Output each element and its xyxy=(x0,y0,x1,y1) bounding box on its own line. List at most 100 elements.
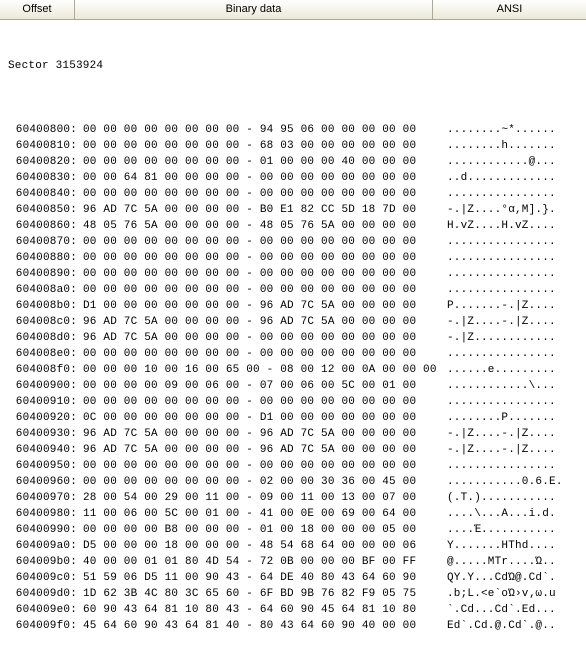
bytes-cell: 60 90 43 64 81 10 80 43 - 64 60 90 45 64… xyxy=(83,602,441,618)
offset-cell: 60400800: xyxy=(8,122,83,138)
ansi-cell: -.|Z....-.|Z.... xyxy=(441,314,586,330)
offset-cell: 604008c0: xyxy=(8,314,83,330)
hex-row: 60400810:00 00 00 00 00 00 00 00 - 68 03… xyxy=(8,138,586,154)
bytes-cell: 45 64 60 90 43 64 81 40 - 80 43 64 60 90… xyxy=(83,618,441,634)
hex-row: 60400900:00 00 00 00 09 00 06 00 - 07 00… xyxy=(8,378,586,394)
hex-row: 60400840:00 00 00 00 00 00 00 00 - 00 00… xyxy=(8,186,586,202)
bytes-cell: 11 00 06 00 5C 00 01 00 - 41 00 0E 00 69… xyxy=(83,506,441,522)
bytes-cell: 40 00 00 01 01 80 4D 54 - 72 0B 00 00 00… xyxy=(83,554,441,570)
hex-row: 60400880:00 00 00 00 00 00 00 00 - 00 00… xyxy=(8,250,586,266)
ansi-cell: ............\... xyxy=(441,378,586,394)
bytes-cell: 96 AD 7C 5A 00 00 00 00 - B0 E1 82 CC 5D… xyxy=(83,202,441,218)
offset-cell: 60400890: xyxy=(8,266,83,282)
hex-viewer-content: Sector 3153924 60400800:00 00 00 00 00 0… xyxy=(0,20,586,656)
hex-row: 60400860:48 05 76 5A 00 00 00 00 - 48 05… xyxy=(8,218,586,234)
ansi-cell: ................ xyxy=(441,394,586,410)
offset-cell: 604008d0: xyxy=(8,330,83,346)
hex-row: 604009e0:60 90 43 64 81 10 80 43 - 64 60… xyxy=(8,602,586,618)
bytes-cell: 96 AD 7C 5A 00 00 00 00 - 96 AD 7C 5A 00… xyxy=(83,426,441,442)
offset-cell: 60400930: xyxy=(8,426,83,442)
ansi-cell: ....\...A...i.d. xyxy=(441,506,586,522)
hex-row: 604009f0:45 64 60 90 43 64 81 40 - 80 43… xyxy=(8,618,586,634)
offset-cell: 60400910: xyxy=(8,394,83,410)
hex-row: 604008f0:00 00 00 10 00 16 00 65 00 - 08… xyxy=(8,362,586,378)
bytes-cell: 96 AD 7C 5A 00 00 00 00 - 00 00 00 00 00… xyxy=(83,330,441,346)
ansi-cell: ........h....... xyxy=(441,138,586,154)
offset-cell: 60400810: xyxy=(8,138,83,154)
hex-row: 60400920:0C 00 00 00 00 00 00 00 - D1 00… xyxy=(8,410,586,426)
ansi-cell: ................ xyxy=(441,458,586,474)
hex-row: 604009b0:40 00 00 01 01 80 4D 54 - 72 0B… xyxy=(8,554,586,570)
bytes-cell: 1D 62 3B 4C 80 3C 65 60 - 6F BD 9B 76 82… xyxy=(83,586,441,602)
bytes-cell: 00 00 00 00 00 00 00 00 - 00 00 00 00 00… xyxy=(83,266,441,282)
hex-row: 60400800:00 00 00 00 00 00 00 00 - 94 95… xyxy=(8,122,586,138)
hex-row: 604009a0:D5 00 00 00 18 00 00 00 - 48 54… xyxy=(8,538,586,554)
bytes-cell: 00 00 00 00 00 00 00 00 - 02 00 00 30 36… xyxy=(83,474,441,490)
offset-cell: 60400990: xyxy=(8,522,83,538)
bytes-cell: 00 00 00 00 00 00 00 00 - 00 00 00 00 00… xyxy=(83,458,441,474)
ansi-cell: -.|Z....°α,Μ].}. xyxy=(441,202,586,218)
ansi-cell: ........~*...... xyxy=(441,122,586,138)
bytes-cell: 0C 00 00 00 00 00 00 00 - D1 00 00 00 00… xyxy=(83,410,441,426)
offset-cell: 60400940: xyxy=(8,442,83,458)
hex-row: 60400870:00 00 00 00 00 00 00 00 - 00 00… xyxy=(8,234,586,250)
hex-row: 60400830:00 00 64 81 00 00 00 00 - 00 00… xyxy=(8,170,586,186)
bytes-cell: 51 59 06 D5 11 00 90 43 - 64 DE 40 80 43… xyxy=(83,570,441,586)
hex-row: 60400820:00 00 00 00 00 00 00 00 - 01 00… xyxy=(8,154,586,170)
bytes-cell: 28 00 54 00 29 00 11 00 - 09 00 11 00 13… xyxy=(83,490,441,506)
bytes-cell: 00 00 00 00 09 00 06 00 - 07 00 06 00 5C… xyxy=(83,378,441,394)
ansi-cell: ................ xyxy=(441,250,586,266)
ansi-cell: (.T.)........... xyxy=(441,490,586,506)
ansi-cell: ........Ρ....... xyxy=(441,410,586,426)
offset-cell: 60400870: xyxy=(8,234,83,250)
hex-row: 60400930:96 AD 7C 5A 00 00 00 00 - 96 AD… xyxy=(8,426,586,442)
hex-row: 604008e0:00 00 00 00 00 00 00 00 - 00 00… xyxy=(8,346,586,362)
offset-cell: 60400920: xyxy=(8,410,83,426)
bytes-cell: D5 00 00 00 18 00 00 00 - 48 54 68 64 00… xyxy=(83,538,441,554)
offset-cell: 604009f0: xyxy=(8,618,83,634)
bytes-cell: 00 00 00 00 00 00 00 00 - 68 03 00 00 00… xyxy=(83,138,441,154)
column-headers: Offset Binary data ANSI xyxy=(0,0,586,20)
hex-row: 60400850:96 AD 7C 5A 00 00 00 00 - B0 E1… xyxy=(8,202,586,218)
ansi-cell: QY.Υ...CdΏ@.Cd`. xyxy=(441,570,586,586)
bytes-cell: 00 00 00 00 00 00 00 00 - 00 00 00 00 00… xyxy=(83,186,441,202)
hex-row: 604009c0:51 59 06 D5 11 00 90 43 - 64 DE… xyxy=(8,570,586,586)
bytes-cell: 00 00 00 00 B8 00 00 00 - 01 00 18 00 00… xyxy=(83,522,441,538)
offset-cell: 604008e0: xyxy=(8,346,83,362)
ansi-cell: ....Έ........... xyxy=(441,522,586,538)
ansi-cell: -.|Z....-.|Z.... xyxy=(441,442,586,458)
ansi-cell: H.vZ....H.vZ.... xyxy=(441,218,586,234)
header-offset[interactable]: Offset xyxy=(0,0,75,19)
offset-cell: 60400900: xyxy=(8,378,83,394)
bytes-cell: D1 00 00 00 00 00 00 00 - 96 AD 7C 5A 00… xyxy=(83,298,441,314)
offset-cell: 60400980: xyxy=(8,506,83,522)
hex-row: 604009d0:1D 62 3B 4C 80 3C 65 60 - 6F BD… xyxy=(8,586,586,602)
bytes-cell: 00 00 00 00 00 00 00 00 - 00 00 00 00 00… xyxy=(83,250,441,266)
ansi-cell: ......e......... xyxy=(441,362,586,378)
ansi-cell: ...........0.6.E. xyxy=(441,474,586,490)
offset-cell: 60400840: xyxy=(8,186,83,202)
hex-row: 60400910:00 00 00 00 00 00 00 00 - 00 00… xyxy=(8,394,586,410)
hex-row: 60400960:00 00 00 00 00 00 00 00 - 02 00… xyxy=(8,474,586,490)
ansi-cell: @.....MTr....Ώ.. xyxy=(441,554,586,570)
offset-cell: 60400860: xyxy=(8,218,83,234)
bytes-cell: 48 05 76 5A 00 00 00 00 - 48 05 76 5A 00… xyxy=(83,218,441,234)
bytes-cell: 00 00 00 00 00 00 00 00 - 00 00 00 00 00… xyxy=(83,234,441,250)
header-binary[interactable]: Binary data xyxy=(75,0,433,19)
offset-cell: 60400970: xyxy=(8,490,83,506)
header-ansi[interactable]: ANSI xyxy=(433,0,586,19)
bytes-cell: 00 00 00 00 00 00 00 00 - 00 00 00 00 00… xyxy=(83,394,441,410)
ansi-cell: .b;L.<e`oΏ›v‚ω.u xyxy=(441,586,586,602)
hex-row: 604008a0:00 00 00 00 00 00 00 00 - 00 00… xyxy=(8,282,586,298)
ansi-cell: `.Cd...Cd`.Ed... xyxy=(441,602,586,618)
offset-cell: 604008f0: xyxy=(8,362,83,378)
hex-rows: 60400800:00 00 00 00 00 00 00 00 - 94 95… xyxy=(8,122,586,634)
hex-row: 604008d0:96 AD 7C 5A 00 00 00 00 - 00 00… xyxy=(8,330,586,346)
bytes-cell: 00 00 00 00 00 00 00 00 - 01 00 00 00 40… xyxy=(83,154,441,170)
bytes-cell: 00 00 00 00 00 00 00 00 - 00 00 00 00 00… xyxy=(83,346,441,362)
hex-row: 60400980:11 00 06 00 5C 00 01 00 - 41 00… xyxy=(8,506,586,522)
offset-cell: 604009b0: xyxy=(8,554,83,570)
bytes-cell: 00 00 00 00 00 00 00 00 - 94 95 06 00 00… xyxy=(83,122,441,138)
hex-row: 60400950:00 00 00 00 00 00 00 00 - 00 00… xyxy=(8,458,586,474)
hex-row: 60400890:00 00 00 00 00 00 00 00 - 00 00… xyxy=(8,266,586,282)
